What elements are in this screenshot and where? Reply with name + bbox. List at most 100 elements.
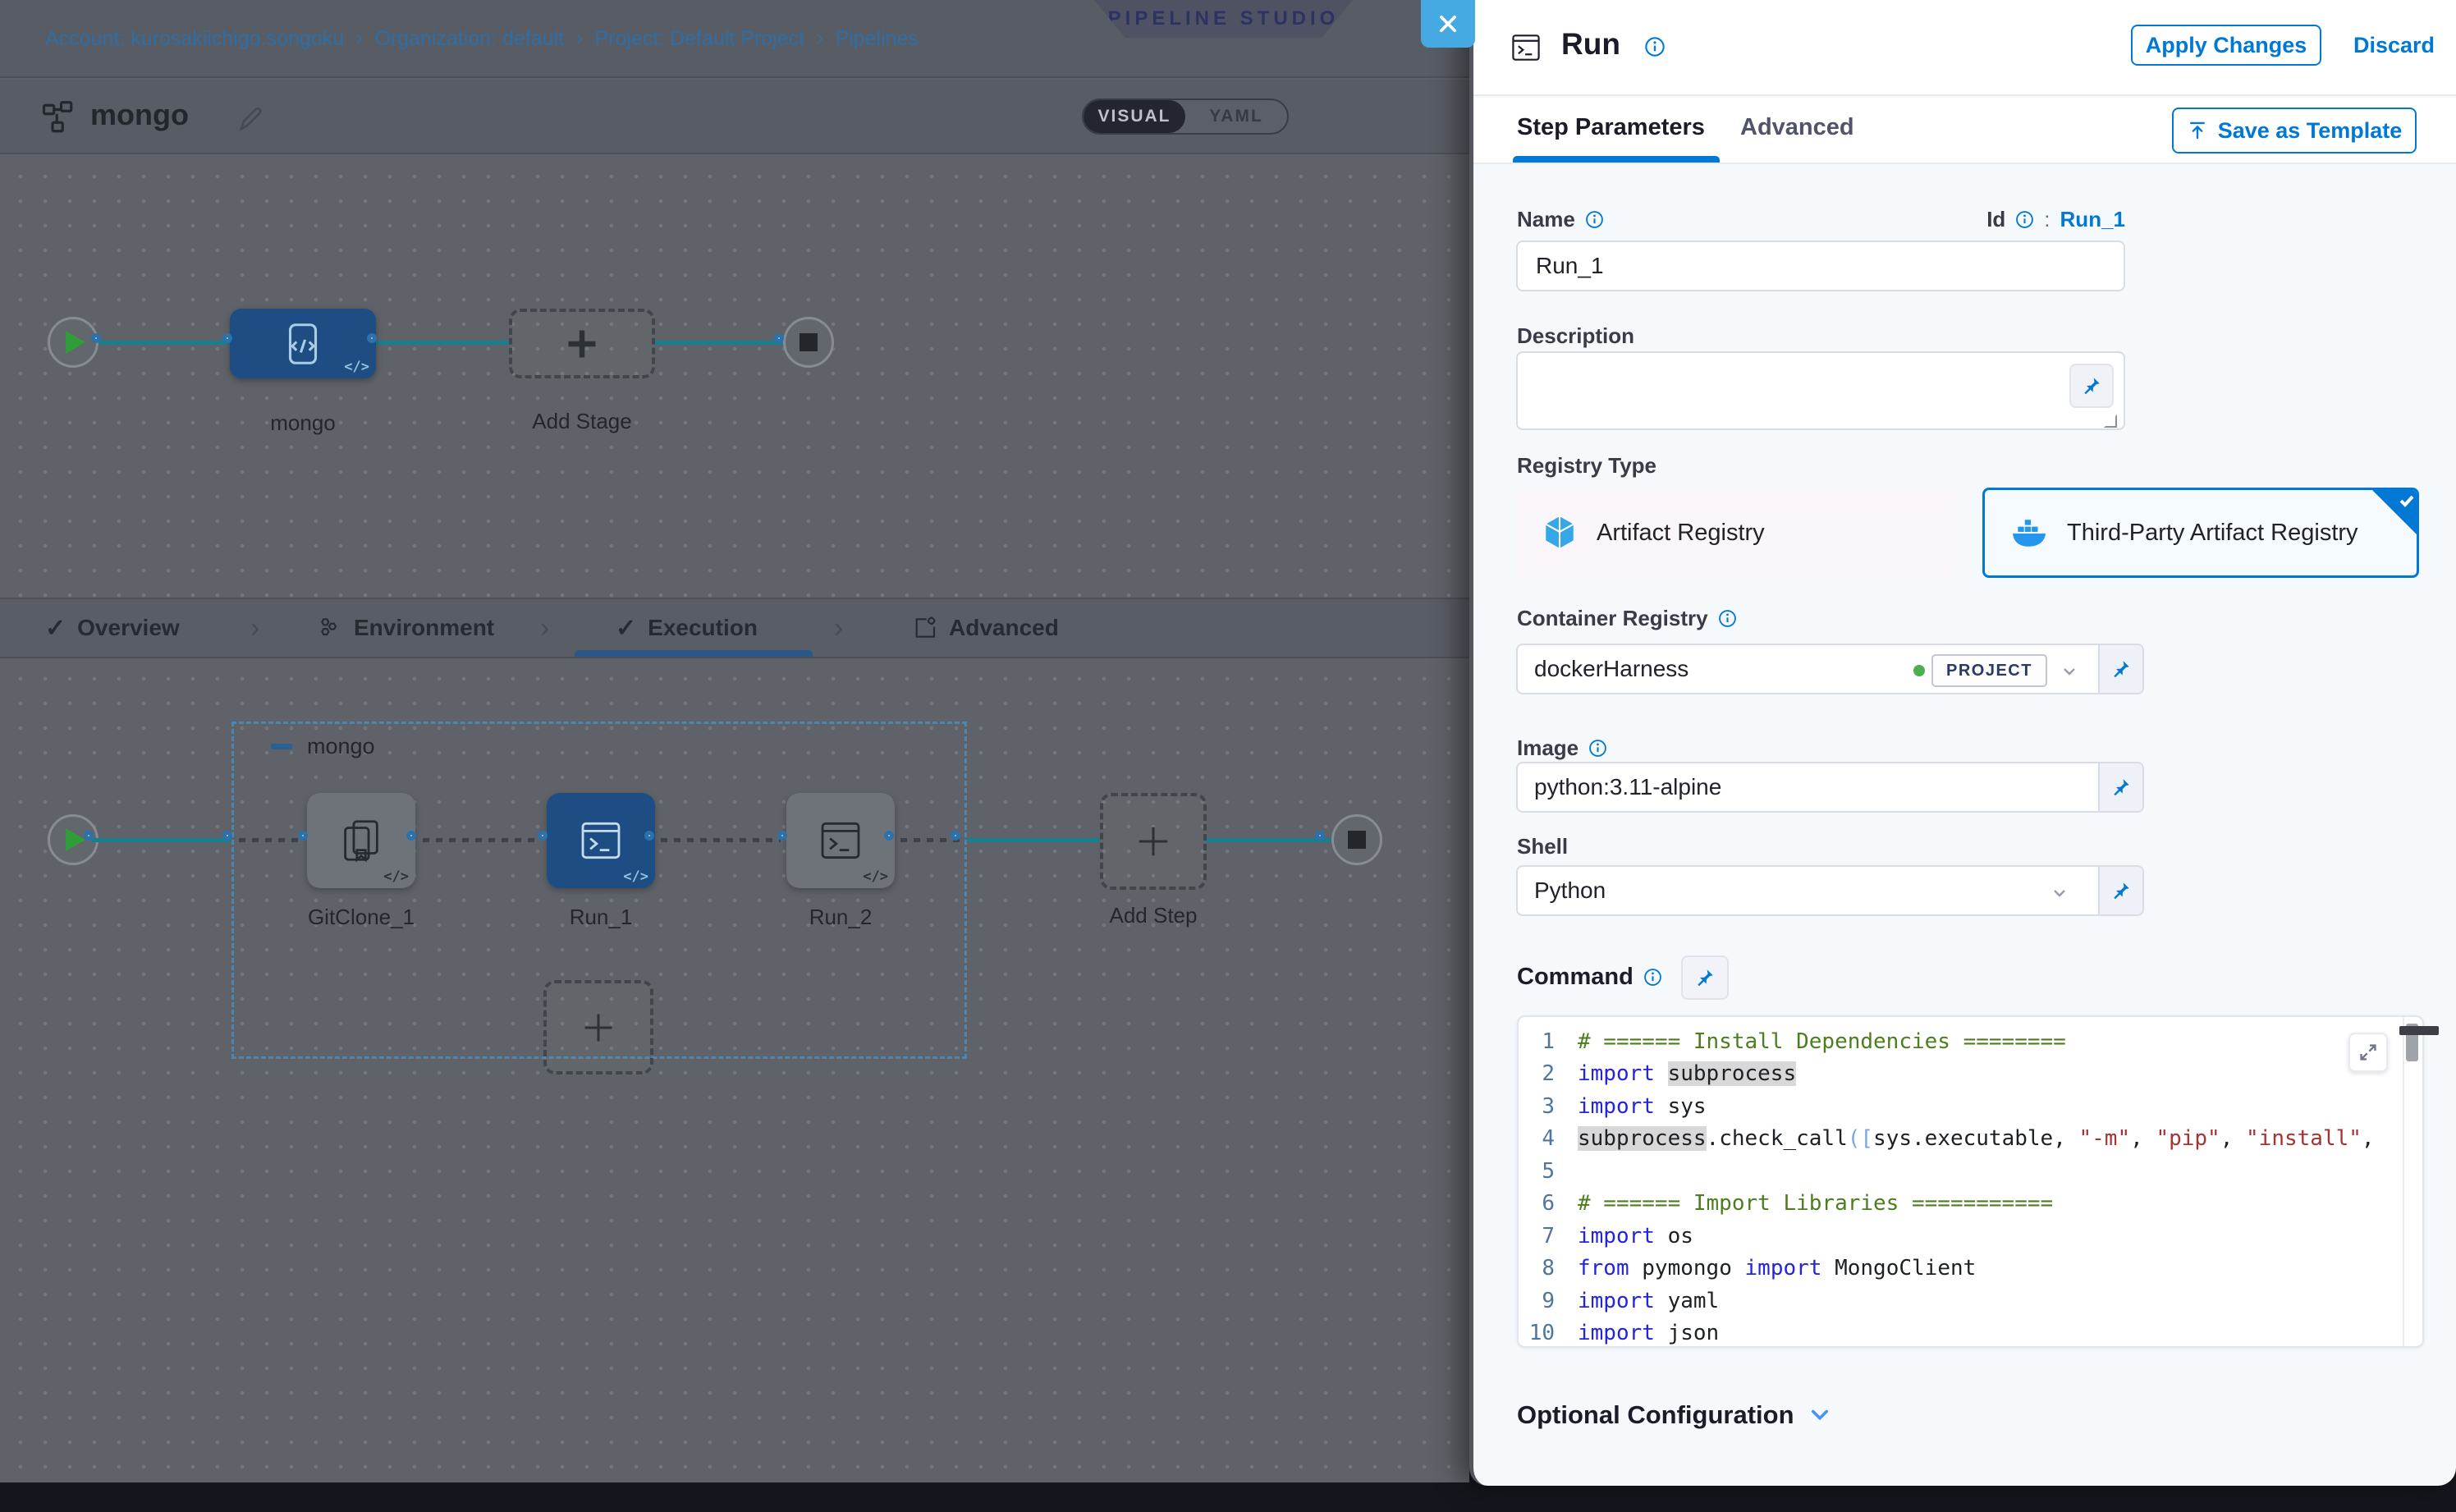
connector-port[interactable]	[222, 831, 232, 841]
panel-title: Run	[1561, 27, 1620, 62]
save-as-template-button[interactable]: Save as Template	[2172, 108, 2417, 153]
stage-label: mongo	[230, 410, 376, 436]
tab-overview[interactable]: ✓ Overview	[45, 599, 180, 657]
toggle-visual[interactable]: VISUAL	[1084, 100, 1185, 133]
code-line: 6# ====== Import Libraries ===========	[1519, 1188, 2422, 1221]
tab-environment[interactable]: Environment	[316, 599, 494, 657]
breadcrumb-project[interactable]: Project: Default Project	[594, 27, 804, 51]
plus-icon	[564, 326, 600, 362]
terminal-icon	[575, 815, 626, 866]
editor-scrollbar-track[interactable]	[2403, 1017, 2422, 1346]
breadcrumb-organization[interactable]: Organization: default	[374, 27, 564, 51]
connector-port[interactable]	[222, 333, 232, 343]
code-line: 5	[1519, 1155, 2422, 1188]
tab-advanced[interactable]: Advanced	[911, 599, 1059, 657]
connector	[1206, 838, 1331, 842]
image-field	[1516, 762, 2144, 813]
connector	[967, 838, 1100, 842]
terminal-icon	[1508, 30, 1544, 66]
stop-icon	[800, 333, 818, 351]
info-icon[interactable]	[2015, 210, 2034, 229]
runtime-input-pin-button[interactable]	[2098, 763, 2142, 811]
connector-port[interactable]	[538, 831, 548, 841]
execution-canvas[interactable]: mongo </>	[0, 658, 1469, 1482]
execution-end-node[interactable]	[1331, 814, 1382, 865]
add-step-node[interactable]	[1100, 793, 1207, 890]
breadcrumb-account[interactable]: Account: kurosakiichigo.songoku	[45, 27, 344, 51]
artifact-registry-icon	[1541, 514, 1579, 552]
code-line: 8from pymongo import MongoClient	[1519, 1253, 2422, 1285]
tab-execution[interactable]: ✓ Execution	[616, 599, 758, 657]
runtime-input-pin-button[interactable]	[1681, 955, 1729, 1000]
close-panel-button[interactable]	[1421, 0, 1475, 48]
play-icon	[66, 828, 85, 851]
image-label: Image	[1517, 735, 1607, 761]
registry-option-artifact[interactable]: Artifact Registry	[1516, 488, 1956, 578]
info-icon[interactable]	[1585, 210, 1604, 229]
connector-port[interactable]	[91, 333, 101, 343]
discard-button[interactable]: Discard	[2353, 33, 2435, 58]
pipeline-end-node[interactable]	[783, 317, 834, 368]
plus-icon	[1134, 822, 1172, 860]
add-stage-node[interactable]	[509, 309, 655, 378]
image-input[interactable]	[1534, 774, 1895, 800]
stage-node-mongo[interactable]: </>	[230, 309, 376, 378]
shell-select[interactable]: Python	[1518, 867, 2098, 914]
runtime-input-pin-button[interactable]	[2069, 364, 2114, 408]
runtime-input-pin-button[interactable]	[2098, 645, 2142, 693]
connector-port[interactable]	[298, 831, 308, 841]
breadcrumb-pipelines[interactable]: Pipelines	[835, 27, 918, 51]
scope-badge: PROJECT	[1931, 654, 2047, 687]
step-node-gitclone[interactable]: </>	[307, 793, 415, 888]
chevron-down-icon[interactable]	[2060, 662, 2079, 681]
command-code-editor[interactable]: 1# ====== Install Dependencies ========2…	[1517, 1015, 2424, 1348]
code-line: 10import json	[1519, 1317, 2422, 1349]
optional-configuration-toggle[interactable]: Optional Configuration	[1517, 1400, 1832, 1430]
panel-body: Name Id : Run_1 Description	[1473, 166, 2456, 1486]
advanced-icon	[911, 615, 937, 641]
connector-port[interactable]	[406, 831, 416, 841]
connector-port[interactable]	[884, 831, 894, 841]
upload-icon	[2187, 120, 2208, 141]
connectivity-status-dot	[1913, 665, 1925, 676]
stage-canvas[interactable]: </> mongo Add Stage	[0, 156, 1469, 598]
info-icon[interactable]	[1643, 968, 1662, 987]
connector-port[interactable]	[644, 831, 654, 841]
git-clone-icon	[336, 815, 387, 866]
step-node-run2[interactable]: </>	[786, 793, 895, 888]
pin-icon	[1694, 967, 1716, 988]
step-group-header[interactable]: mongo	[271, 734, 375, 759]
add-parallel-step-node[interactable]	[543, 980, 653, 1074]
description-textarea[interactable]	[1516, 351, 2125, 430]
info-icon[interactable]	[1718, 609, 1737, 628]
expand-editor-button[interactable]	[2348, 1033, 2388, 1072]
pipeline-start-node[interactable]	[48, 317, 99, 368]
step-id-value: Run_1	[2060, 207, 2125, 232]
custom-stage-icon	[277, 318, 328, 369]
container-registry-input[interactable]	[1534, 656, 1895, 682]
apply-changes-button[interactable]: Apply Changes	[2131, 25, 2321, 66]
pin-icon	[2081, 375, 2102, 396]
edit-pencil-icon[interactable]	[236, 106, 264, 134]
connector-port[interactable]	[84, 831, 94, 841]
tab-advanced-panel[interactable]: Advanced	[1740, 114, 1854, 141]
connector-dotted	[661, 838, 781, 842]
connector-port[interactable]	[951, 831, 960, 841]
runtime-input-pin-button[interactable]	[2098, 867, 2142, 914]
chevron-right-icon: ›	[355, 25, 363, 51]
info-icon[interactable]	[1644, 36, 1666, 57]
breadcrumb: Account: kurosakiichigo.songoku › Organi…	[45, 0, 919, 78]
tab-step-parameters[interactable]: Step Parameters	[1517, 114, 1705, 141]
step-node-run1[interactable]: </>	[547, 793, 655, 888]
collapse-icon[interactable]	[271, 744, 292, 749]
toggle-yaml[interactable]: YAML	[1185, 100, 1287, 133]
connector-port[interactable]	[774, 333, 784, 343]
connector-port[interactable]	[777, 831, 787, 841]
connector-port[interactable]	[1315, 831, 1325, 841]
info-icon[interactable]	[1588, 739, 1607, 758]
code-badge-icon: </>	[863, 868, 888, 885]
name-input[interactable]	[1516, 241, 2125, 291]
registry-option-third-party[interactable]: Third-Party Artifact Registry	[1982, 488, 2419, 578]
connector-port[interactable]	[367, 333, 377, 343]
container-registry-label: Container Registry	[1517, 606, 1737, 631]
